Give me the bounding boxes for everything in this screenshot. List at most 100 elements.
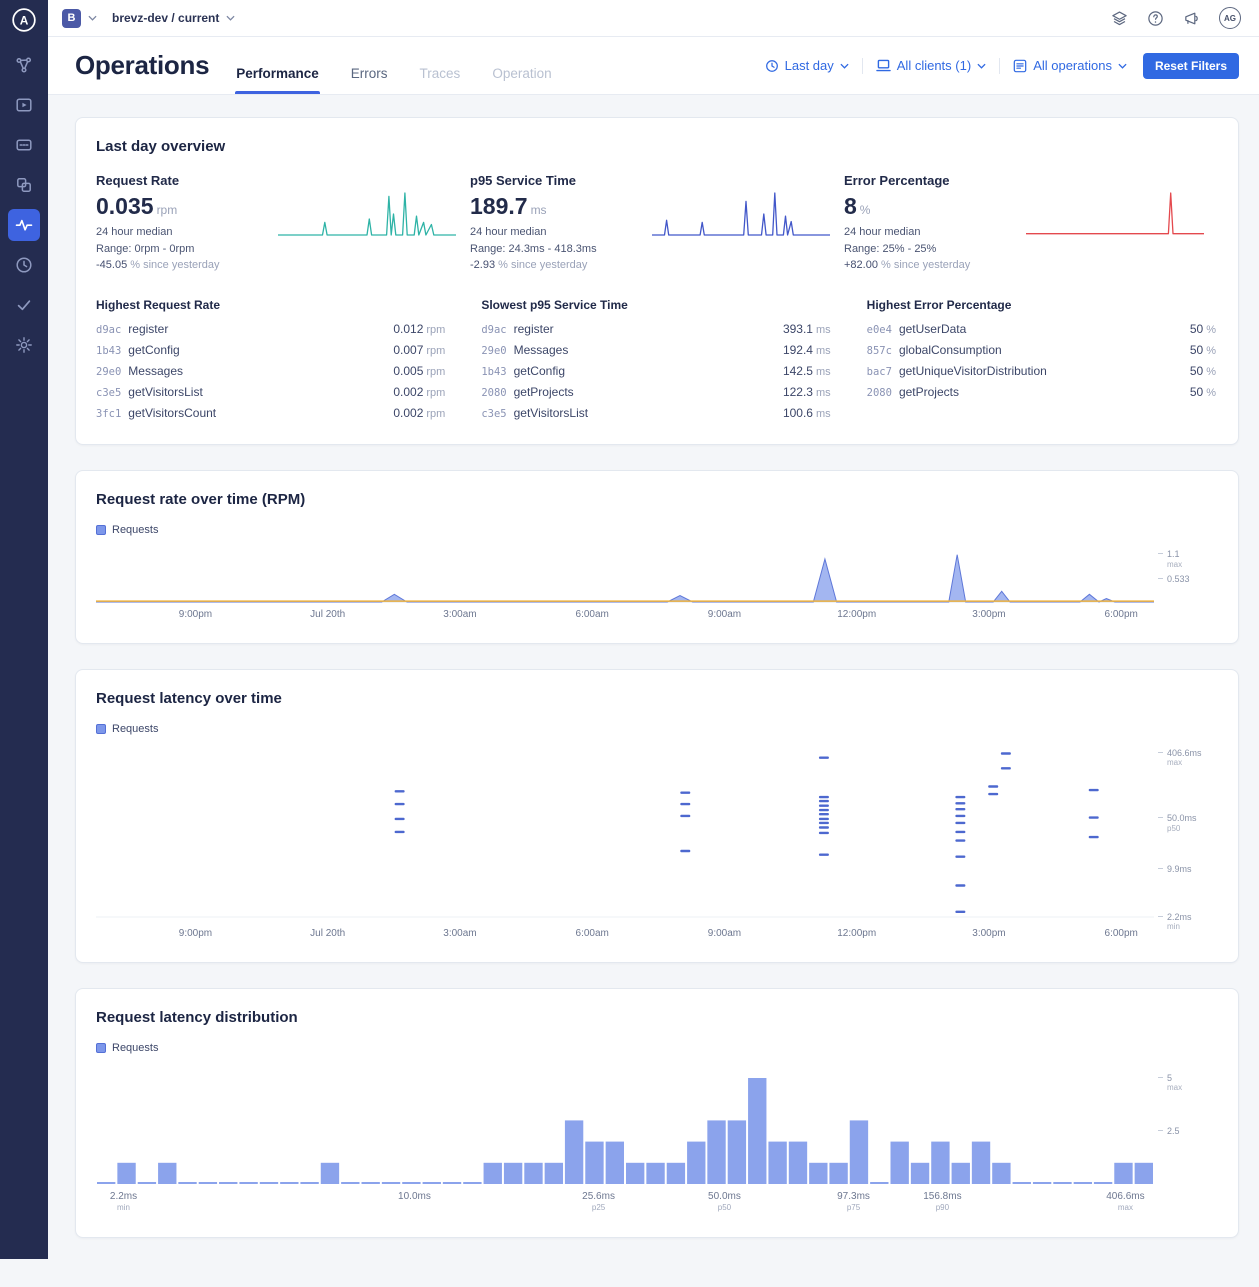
filter-bar: Last day All clients (1) All operations … bbox=[765, 53, 1239, 79]
operation-name[interactable]: register bbox=[514, 322, 554, 336]
operations-list: Slowest p95 Service Timed9acregister393.… bbox=[481, 298, 866, 424]
integrations-icon[interactable] bbox=[1111, 10, 1128, 27]
y-axis: 5max2.5 bbox=[1154, 1064, 1218, 1186]
legend-requests[interactable]: Requests bbox=[96, 1042, 158, 1054]
sidebar-item-fields[interactable] bbox=[8, 129, 40, 161]
operation-row[interactable]: c3e5getVisitorsList100.6ms bbox=[481, 403, 830, 424]
operation-row[interactable]: 2080getProjects50% bbox=[867, 382, 1216, 403]
operation-hash: 29e0 bbox=[481, 345, 506, 357]
operation-hash: 857c bbox=[867, 345, 892, 357]
operation-name[interactable]: getVisitorsList bbox=[514, 406, 588, 420]
sidebar-item-clients[interactable] bbox=[8, 249, 40, 281]
legend-label: Requests bbox=[112, 723, 158, 735]
operation-row[interactable]: bac7getUniqueVisitorDistribution50% bbox=[867, 361, 1216, 382]
sidebar-item-operations[interactable] bbox=[8, 209, 40, 241]
operation-value: 393.1ms bbox=[783, 322, 831, 336]
breadcrumb[interactable]: brevz-dev / current bbox=[112, 11, 219, 25]
legend-requests[interactable]: Requests bbox=[96, 723, 158, 735]
legend-label: Requests bbox=[112, 1042, 158, 1054]
operation-name[interactable]: getProjects bbox=[899, 385, 959, 399]
operation-hash: c3e5 bbox=[481, 408, 506, 420]
card-title: Request rate over time (RPM) bbox=[96, 491, 1218, 508]
gear-icon bbox=[15, 336, 33, 354]
user-avatar[interactable]: AG bbox=[1219, 7, 1241, 29]
operation-name[interactable]: Messages bbox=[128, 364, 183, 378]
sidebar-item-graph[interactable] bbox=[8, 49, 40, 81]
operation-value: 50% bbox=[1190, 322, 1216, 336]
operation-name[interactable]: getVisitorsCount bbox=[128, 406, 216, 420]
stat-delta: -2.93 bbox=[470, 259, 495, 271]
tab-performance[interactable]: Performance bbox=[235, 66, 320, 94]
x-axis-label: 406.6msmax bbox=[1106, 1191, 1144, 1212]
sidebar-item-explorer[interactable] bbox=[8, 89, 40, 121]
stat-unit: ms bbox=[531, 203, 547, 217]
operation-name[interactable]: register bbox=[128, 322, 168, 336]
y-axis-label: 0.533 bbox=[1158, 574, 1190, 585]
latency-distribution-chart[interactable] bbox=[96, 1064, 1154, 1186]
clients-filter[interactable]: All clients (1) bbox=[876, 58, 986, 73]
tab-errors[interactable]: Errors bbox=[350, 66, 389, 94]
operation-name[interactable]: getUserData bbox=[899, 322, 966, 336]
request-rate-chart[interactable] bbox=[96, 546, 1154, 604]
legend-swatch bbox=[96, 1043, 106, 1053]
operation-row[interactable]: 29e0Messages192.4ms bbox=[481, 340, 830, 361]
sidebar-item-subgraphs[interactable] bbox=[8, 169, 40, 201]
stat-sparkline[interactable] bbox=[278, 189, 456, 274]
announcements-icon[interactable] bbox=[1183, 10, 1200, 27]
operations-filter[interactable]: All operations bbox=[1013, 58, 1127, 73]
operation-name[interactable]: getProjects bbox=[514, 385, 574, 399]
x-axis-label: 50.0msp50 bbox=[708, 1191, 741, 1212]
chevron-down-icon[interactable] bbox=[226, 15, 235, 21]
operation-row[interactable]: 1b43getConfig142.5ms bbox=[481, 361, 830, 382]
reset-filters-button[interactable]: Reset Filters bbox=[1143, 53, 1239, 79]
operation-name[interactable]: Messages bbox=[514, 343, 569, 357]
chevron-down-icon[interactable] bbox=[88, 15, 97, 21]
operation-name[interactable]: getUniqueVisitorDistribution bbox=[899, 364, 1047, 378]
x-axis-label: 156.8msp90 bbox=[923, 1191, 961, 1212]
operation-hash: c3e5 bbox=[96, 387, 121, 399]
stat-sparkline[interactable] bbox=[652, 189, 830, 274]
list-title: Highest Error Percentage bbox=[867, 298, 1216, 312]
operations-pulse-icon bbox=[15, 216, 33, 234]
operation-row[interactable]: 857cglobalConsumption50% bbox=[867, 340, 1216, 361]
clients-value: All clients (1) bbox=[897, 58, 971, 73]
operation-row[interactable]: 2080getProjects122.3ms bbox=[481, 382, 830, 403]
request-rate-chart-card: Request rate over time (RPM) Requests 1.… bbox=[75, 470, 1239, 644]
operation-row[interactable]: 3fc1getVisitorsCount0.002rpm bbox=[96, 403, 445, 424]
time-range-filter[interactable]: Last day bbox=[765, 58, 849, 73]
topbar: B brevz-dev / current bbox=[48, 0, 1259, 37]
x-axis-label: 3:00pm bbox=[972, 609, 1005, 620]
request-latency-chart[interactable] bbox=[96, 745, 1154, 923]
operation-row[interactable]: 29e0Messages0.005rpm bbox=[96, 361, 445, 382]
divider bbox=[999, 58, 1000, 74]
list-title: Slowest p95 Service Time bbox=[481, 298, 830, 312]
operation-row[interactable]: 1b43getConfig0.007rpm bbox=[96, 340, 445, 361]
operation-row[interactable]: c3e5getVisitorsList0.002rpm bbox=[96, 382, 445, 403]
operation-hash: bac7 bbox=[867, 366, 892, 378]
stat-sparkline[interactable] bbox=[1026, 189, 1204, 274]
help-icon[interactable] bbox=[1147, 10, 1164, 27]
x-axis-label: 10.0ms bbox=[398, 1191, 431, 1202]
org-avatar[interactable]: B bbox=[62, 9, 81, 28]
operation-name[interactable]: globalConsumption bbox=[899, 343, 1002, 357]
operation-name[interactable]: getConfig bbox=[514, 364, 565, 378]
operation-name[interactable]: getVisitorsList bbox=[128, 385, 202, 399]
sidebar-item-checks[interactable] bbox=[8, 289, 40, 321]
overview-stat: Request Rate0.035rpm24 hour medianRange:… bbox=[96, 173, 470, 274]
tab-traces[interactable]: Traces bbox=[419, 66, 462, 94]
apollo-logo[interactable]: A bbox=[11, 7, 37, 33]
y-axis: 406.6msmax50.0msp509.9ms2.2msmin bbox=[1154, 745, 1218, 923]
graph-icon bbox=[15, 56, 33, 74]
tab-operation[interactable]: Operation bbox=[491, 66, 552, 94]
legend-requests[interactable]: Requests bbox=[96, 524, 158, 536]
operation-row[interactable]: d9acregister0.012rpm bbox=[96, 319, 445, 340]
operation-name[interactable]: getConfig bbox=[128, 343, 179, 357]
x-axis-label: 12:00pm bbox=[837, 609, 876, 620]
operation-row[interactable]: e0e4getUserData50% bbox=[867, 319, 1216, 340]
operation-row[interactable]: d9acregister393.1ms bbox=[481, 319, 830, 340]
sidebar-item-settings[interactable] bbox=[8, 329, 40, 361]
page-header: Operations Performance Errors Traces Ope… bbox=[48, 37, 1259, 95]
y-axis-label: 5max bbox=[1158, 1073, 1182, 1093]
y-axis-label: 50.0msp50 bbox=[1158, 813, 1197, 833]
x-axis: 2.2msmin10.0ms25.6msp2550.0msp5097.3msp7… bbox=[96, 1191, 1154, 1217]
